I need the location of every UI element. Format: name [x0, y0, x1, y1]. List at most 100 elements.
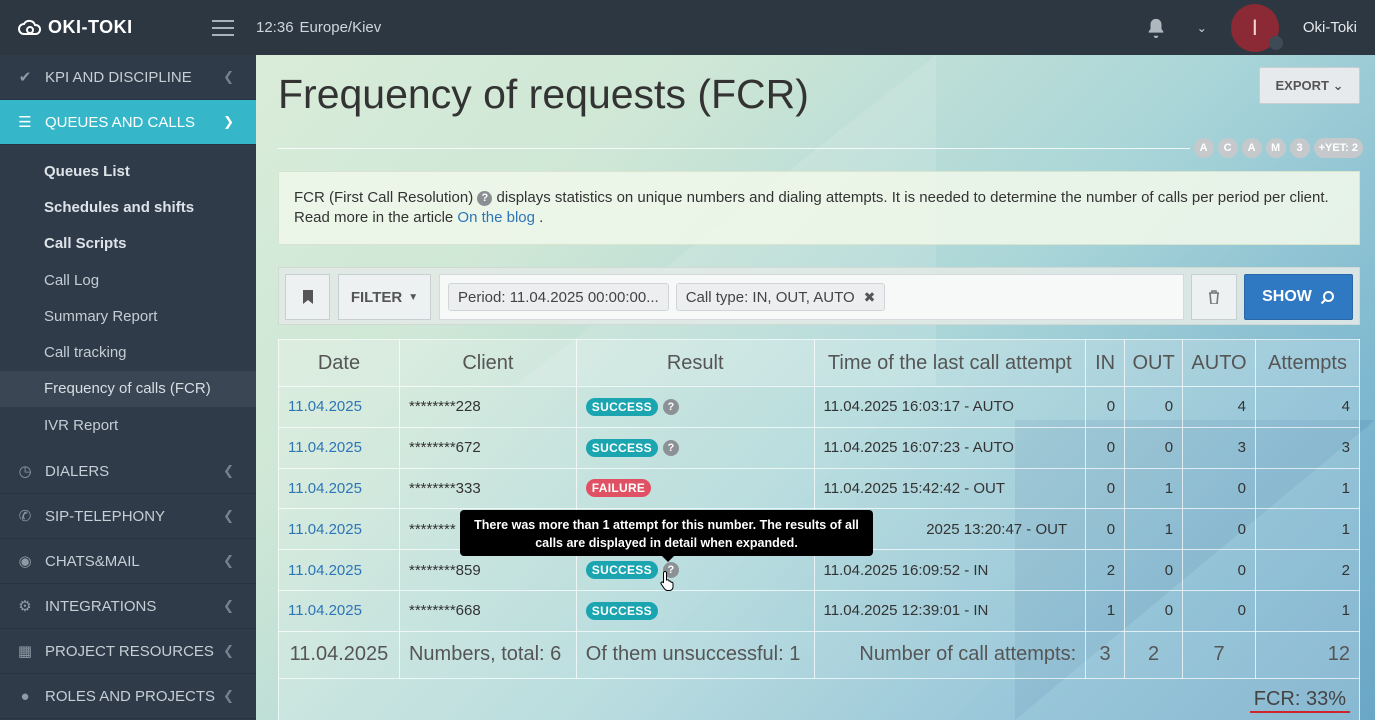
chevron-down-icon: ❯ — [223, 114, 234, 129]
clock: 12:36 Europe/Kiev — [256, 19, 381, 36]
total-attempts-label: Number of call attempts: — [813, 630, 1087, 679]
viewer-more-chip[interactable]: +YET: 2 — [1313, 138, 1363, 158]
avatar[interactable]: I — [1230, 3, 1283, 52]
sidebar-item-call-tracking[interactable]: Call tracking — [0, 334, 256, 370]
column-header-attempts[interactable]: Attempts — [1255, 339, 1360, 387]
sidebar-section-label: SIP-TELEPHONY — [45, 507, 166, 525]
sidebar-section-label: PROJECT RESOURCES — [45, 642, 214, 660]
column-header-in[interactable]: IN — [1085, 339, 1126, 387]
caret-down-icon: ▼ — [408, 291, 419, 303]
filter-bar: FILTER ▼ Period: 11.04.2025 00:00:00... C… — [278, 267, 1360, 325]
status-dot — [1268, 35, 1283, 50]
chevron-left-icon: ❮ — [223, 463, 234, 479]
viewer-chip[interactable]: A — [1193, 138, 1214, 158]
column-header-date[interactable]: Date — [278, 339, 400, 387]
last-attempt-cell: 11.04.2025 16:03:17 - AUTO — [813, 386, 1087, 428]
column-header-out[interactable]: OUT — [1124, 339, 1184, 387]
sidebar-section-label: ROLES AND PROJECTS — [45, 687, 216, 705]
date-link[interactable]: 11.04.2025 — [288, 398, 362, 415]
clear-filters-button[interactable] — [1191, 274, 1237, 320]
table-header-row: Date Client Result Time of the last call… — [278, 339, 1360, 387]
sidebar-item-queues-list[interactable]: Queues List — [0, 153, 256, 189]
current-time: 12:36 — [256, 19, 294, 36]
chevron-left-icon: ❮ — [223, 508, 234, 524]
sidebar-section-label: QUEUES AND CALLS — [45, 113, 196, 131]
sidebar-item-fcr[interactable]: Frequency of calls (FCR) — [0, 370, 256, 408]
in-cell: 0 — [1085, 508, 1126, 551]
filter-button[interactable]: FILTER ▼ — [338, 274, 431, 320]
date-link[interactable]: 11.04.2025 — [288, 480, 362, 497]
bookmark-button[interactable] — [285, 274, 330, 320]
viewer-chip[interactable]: C — [1217, 138, 1238, 158]
sidebar-section-label: KPI AND DISCIPLINE — [45, 68, 192, 86]
column-header-auto[interactable]: AUTO — [1182, 339, 1256, 387]
trash-icon — [1209, 290, 1219, 304]
viewer-chip[interactable]: A — [1241, 138, 1262, 158]
sidebar-item-ivr-report[interactable]: IVR Report — [0, 407, 256, 443]
table-row[interactable]: 11.04.2025 ********333 FAILURE 11.04.202… — [278, 467, 1360, 510]
client-cell: ********228 — [398, 386, 577, 428]
sidebar-section-roles[interactable]: ● ROLES AND PROJECTS ❮ — [0, 674, 256, 720]
sidebar-section-kpi[interactable]: ✔ KPI AND DISCIPLINE ❮ — [0, 55, 256, 100]
column-header-client[interactable]: Client — [398, 339, 577, 387]
period-tag-label: Period: 11.04.2025 00:00:00... — [458, 288, 659, 306]
totals-row: 11.04.2025 Numbers, total: 6 Of them uns… — [278, 630, 1360, 679]
attempts-cell: 1 — [1255, 589, 1360, 632]
sidebar-item-call-scripts[interactable]: Call Scripts — [0, 226, 256, 262]
menu-toggle-icon[interactable] — [212, 19, 234, 36]
total-attempts: 12 — [1255, 630, 1360, 679]
help-icon[interactable]: ? — [477, 191, 493, 206]
sidebar-section-dialers[interactable]: ◷ DIALERS ❮ — [0, 449, 256, 495]
table-row[interactable]: 11.04.2025 ********668 SUCCESS 11.04.202… — [278, 589, 1360, 632]
calltype-tag[interactable]: Call type: IN, OUT, AUTO ✖ — [675, 283, 886, 311]
sidebar-item-summary-report[interactable]: Summary Report — [0, 298, 256, 334]
in-cell: 0 — [1085, 426, 1126, 469]
sidebar-section-resources[interactable]: ▦ PROJECT RESOURCES ❮ — [0, 629, 256, 675]
search-icon — [1320, 290, 1334, 304]
blog-link[interactable]: On the blog — [457, 209, 535, 226]
status-badge: SUCCESS — [585, 601, 658, 620]
cloud-logo-icon — [18, 19, 42, 35]
bell-icon[interactable] — [1145, 17, 1167, 39]
sidebar-section-integrations[interactable]: ⚙ INTEGRATIONS ❮ — [0, 584, 256, 630]
viewer-chip[interactable]: M — [1265, 138, 1286, 158]
status-badge: SUCCESS — [585, 438, 658, 457]
sidebar-section-chats[interactable]: ◉ CHATS&MAIL ❮ — [0, 539, 256, 585]
column-header-result[interactable]: Result — [575, 339, 815, 387]
out-cell: 1 — [1124, 508, 1184, 551]
period-tag[interactable]: Period: 11.04.2025 00:00:00... — [448, 283, 669, 311]
auto-cell: 0 — [1182, 508, 1256, 551]
sidebar-section-queues[interactable]: ☰ QUEUES AND CALLS ❯ — [0, 100, 256, 145]
username[interactable]: Oki-Toki — [1303, 19, 1357, 36]
attempts-cell: 2 — [1255, 549, 1360, 591]
close-icon[interactable]: ✖ — [864, 289, 876, 306]
date-link[interactable]: 11.04.2025 — [288, 602, 362, 619]
last-attempt-cell: 11.04.2025 16:07:23 - AUTO — [813, 426, 1087, 469]
table-row[interactable]: 11.04.2025 ********228 SUCCESS? 11.04.20… — [278, 386, 1360, 428]
export-button[interactable]: EXPORT ⌄ — [1259, 67, 1360, 104]
viewer-chip[interactable]: 3 — [1289, 138, 1310, 158]
chevron-down-icon[interactable]: ⌄ — [1197, 21, 1207, 35]
date-link[interactable]: 11.04.2025 — [288, 439, 362, 456]
out-cell: 1 — [1124, 467, 1184, 510]
date-link[interactable]: 11.04.2025 — [288, 562, 362, 579]
viewer-chips: A C A M 3 +YET: 2 — [1193, 138, 1363, 158]
date-link[interactable]: 11.04.2025 — [288, 521, 362, 538]
sidebar-section-label: CHATS&MAIL — [45, 552, 140, 570]
chevron-left-icon: ❮ — [223, 598, 234, 614]
column-header-last-attempt[interactable]: Time of the last call attempt — [813, 339, 1087, 387]
show-button[interactable]: SHOW — [1244, 274, 1353, 320]
sidebar-item-schedules[interactable]: Schedules and shifts — [0, 189, 256, 225]
auto-cell: 0 — [1182, 589, 1256, 632]
filter-label: FILTER — [350, 288, 403, 306]
sidebar-item-call-log[interactable]: Call Log — [0, 262, 256, 298]
fcr-row: FCR: 33% — [278, 677, 1360, 720]
logo[interactable]: OKI-TOKI — [0, 17, 200, 38]
help-icon[interactable]: ? — [662, 439, 679, 456]
help-icon[interactable]: ? — [662, 398, 679, 415]
sidebar-section-sip[interactable]: ✆ SIP-TELEPHONY ❮ — [0, 494, 256, 540]
last-attempt-cell: 11.04.2025 15:42:42 - OUT — [813, 467, 1087, 510]
table-row[interactable]: 11.04.2025 ********672 SUCCESS? 11.04.20… — [278, 426, 1360, 469]
total-auto: 7 — [1182, 630, 1256, 679]
clock-icon: ◷ — [18, 463, 32, 481]
